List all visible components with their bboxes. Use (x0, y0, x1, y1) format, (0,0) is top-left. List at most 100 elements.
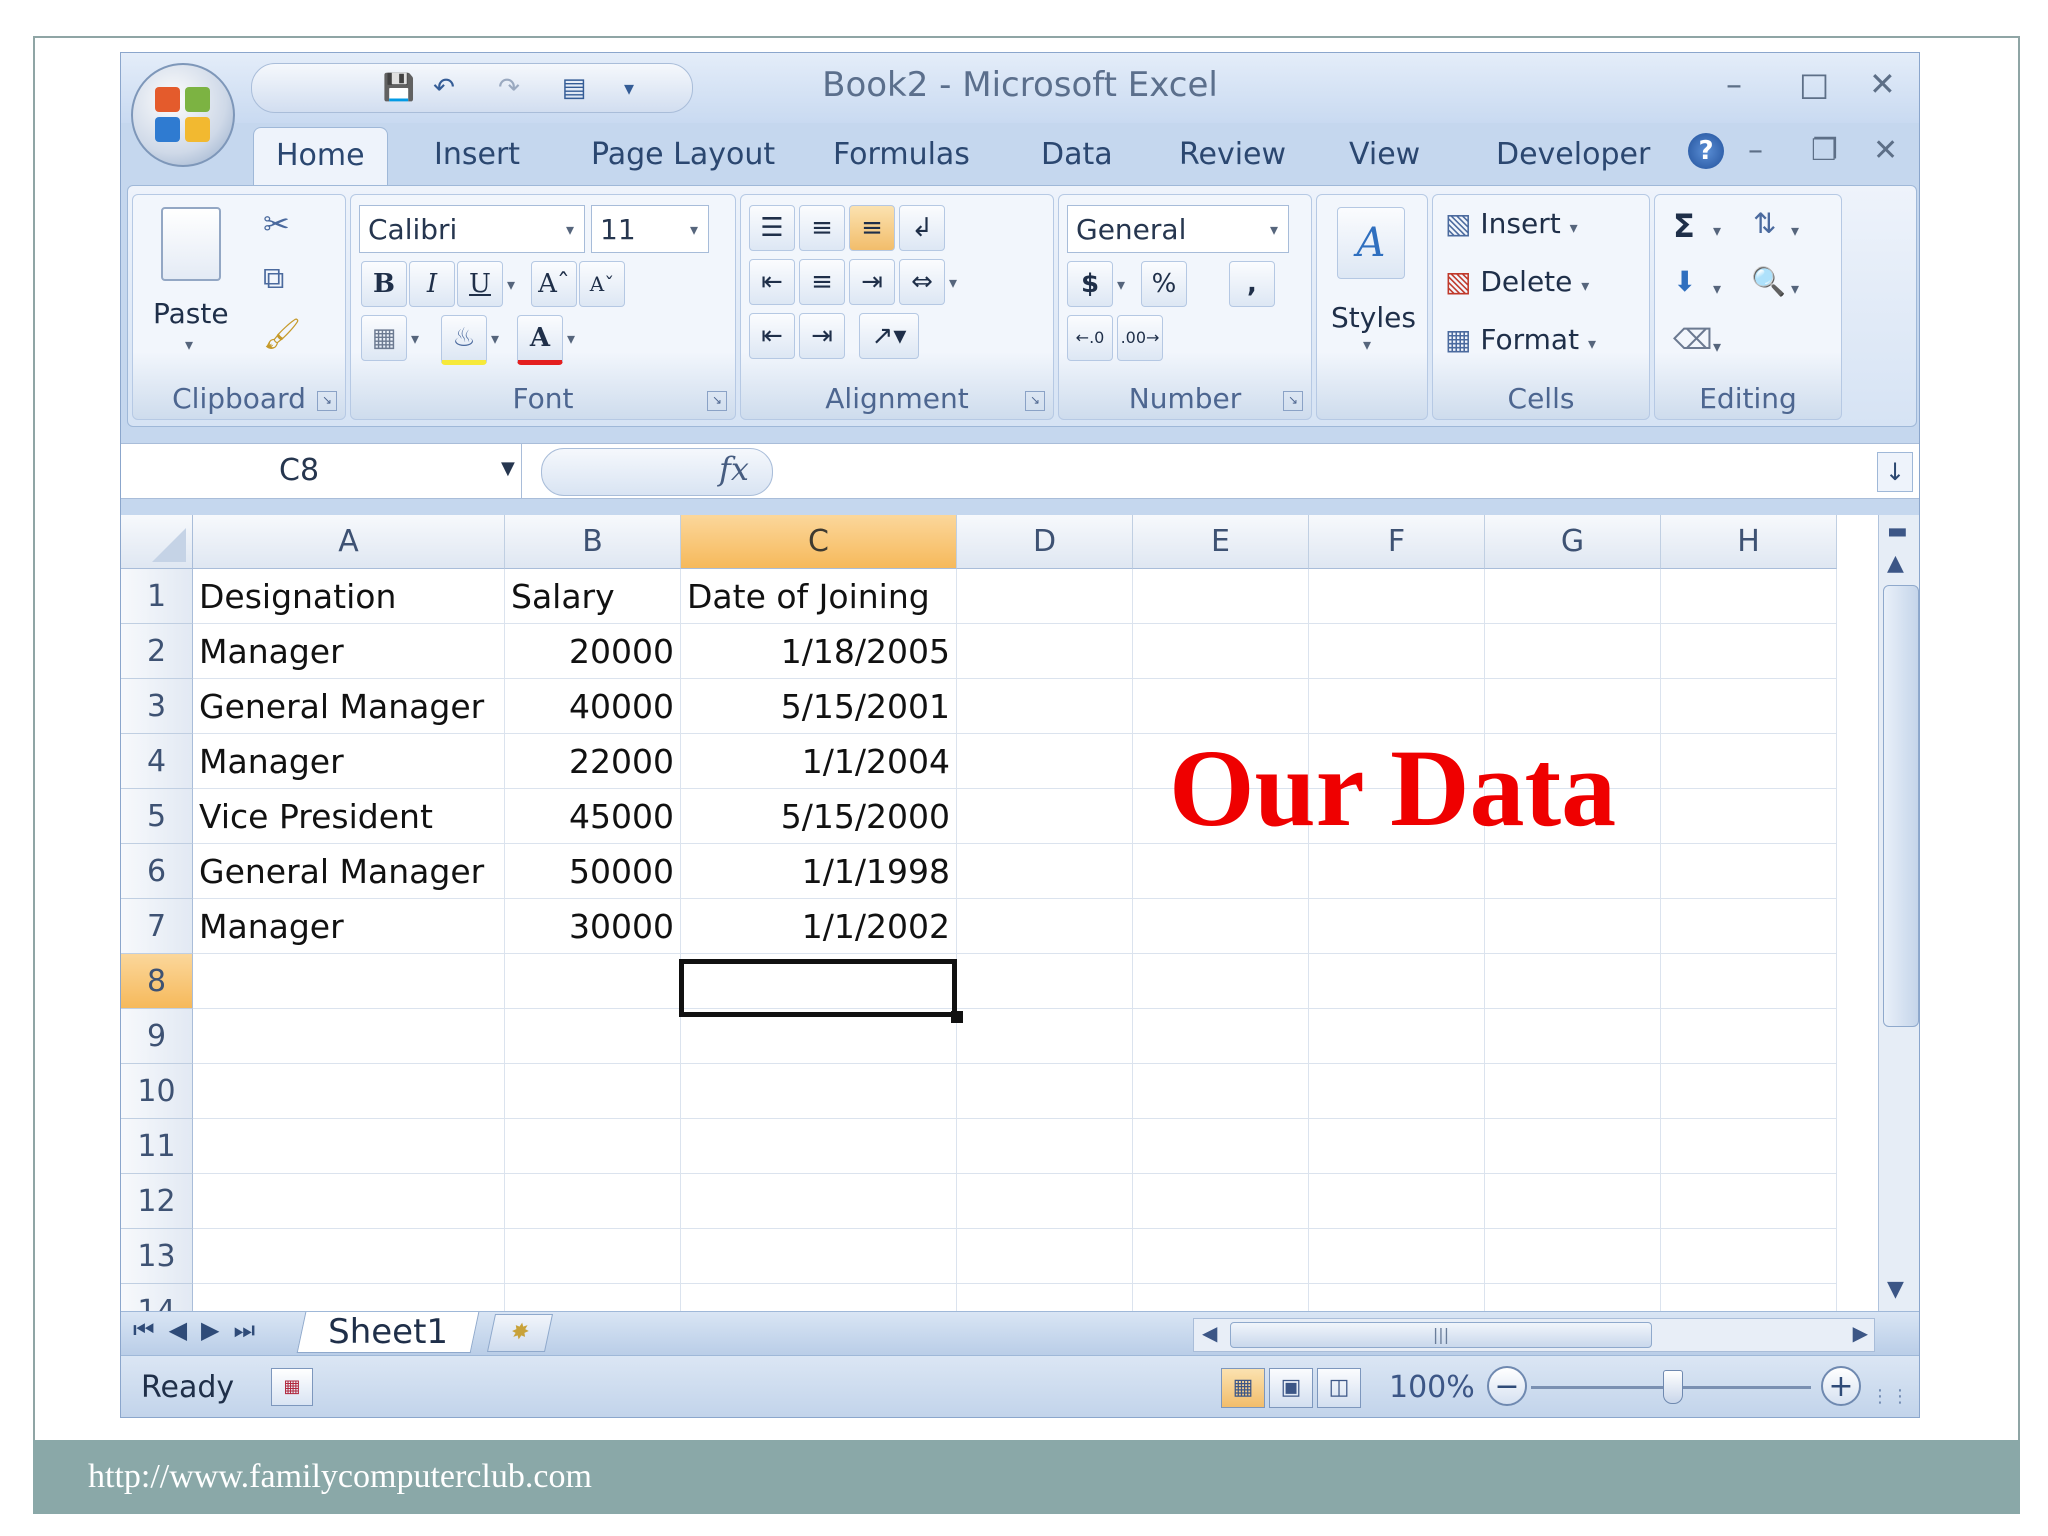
font-name-select[interactable]: Calibri ▾ (359, 205, 585, 253)
page-layout-view-icon[interactable]: ▣ (1269, 1368, 1313, 1408)
cell-h10[interactable] (1661, 1064, 1837, 1119)
cell-g13[interactable] (1485, 1229, 1661, 1284)
row-header-6[interactable]: 6 (121, 844, 193, 899)
number-launcher-icon[interactable]: ↘ (1283, 391, 1303, 411)
copy-icon[interactable]: ⧉ (263, 261, 284, 296)
cell-e1[interactable] (1133, 569, 1309, 624)
cell-b3[interactable]: 40000 (505, 679, 681, 734)
shrink-font-icon[interactable]: Aˇ (579, 261, 625, 307)
cell-e8[interactable] (1133, 954, 1309, 1009)
font-launcher-icon[interactable]: ↘ (707, 391, 727, 411)
cell-c13[interactable] (681, 1229, 957, 1284)
zoom-out-icon[interactable]: − (1487, 1366, 1527, 1406)
fill-handle[interactable] (951, 1011, 963, 1023)
wrap-text-icon[interactable]: ↲ (899, 205, 945, 251)
clipboard-launcher-icon[interactable]: ↘ (317, 391, 337, 411)
normal-view-icon[interactable]: ▦ (1221, 1368, 1265, 1408)
cell-c10[interactable] (681, 1064, 957, 1119)
cell-e10[interactable] (1133, 1064, 1309, 1119)
clear-icon[interactable]: ⌫ (1673, 323, 1713, 356)
cell-b14[interactable] (505, 1284, 681, 1311)
row-header-11[interactable]: 11 (121, 1119, 193, 1174)
insert-worksheet-icon[interactable]: ✸ (486, 1314, 554, 1352)
cell-g10[interactable] (1485, 1064, 1661, 1119)
cell-a7[interactable]: Manager (193, 899, 505, 954)
cell-e14[interactable] (1133, 1284, 1309, 1311)
borders-icon[interactable]: ▦ (361, 315, 407, 361)
find-select-dropdown-icon[interactable]: ▾ (1791, 279, 1799, 298)
row-header-3[interactable]: 3 (121, 679, 193, 734)
cell-h11[interactable] (1661, 1119, 1837, 1174)
tab-view[interactable]: View (1349, 137, 1420, 172)
column-header-g[interactable]: G (1485, 515, 1661, 569)
align-center-icon[interactable]: ≡ (799, 259, 845, 305)
align-top-icon[interactable]: ☰ (749, 205, 795, 251)
format-painter-icon[interactable]: 🖌 (263, 317, 301, 352)
cell-h7[interactable] (1661, 899, 1837, 954)
row-header-2[interactable]: 2 (121, 624, 193, 679)
cell-d9[interactable] (957, 1009, 1133, 1064)
cell-h8[interactable] (1661, 954, 1837, 1009)
horizontal-scrollbar[interactable]: ||| ▶ ◀ (1193, 1318, 1875, 1352)
autosum-button[interactable]: Σ (1673, 207, 1695, 245)
find-select-icon[interactable]: 🔍 (1751, 265, 1786, 298)
cell-f2[interactable] (1309, 624, 1485, 679)
column-header-c[interactable]: C (681, 515, 957, 569)
cell-a1[interactable]: Designation (193, 569, 505, 624)
page-break-view-icon[interactable]: ◫ (1317, 1368, 1361, 1408)
cell-c1[interactable]: Date of Joining (681, 569, 957, 624)
tab-page-layout[interactable]: Page Layout (591, 137, 775, 172)
cell-b5[interactable]: 45000 (505, 789, 681, 844)
scroll-down-icon[interactable]: ▼ (1887, 1277, 1904, 1302)
row-header-1[interactable]: 1 (121, 569, 193, 624)
cell-a9[interactable] (193, 1009, 505, 1064)
font-color-icon[interactable]: A (517, 315, 563, 365)
cell-b10[interactable] (505, 1064, 681, 1119)
workbook-minimize-icon[interactable]: – (1748, 133, 1763, 168)
column-header-f[interactable]: F (1309, 515, 1485, 569)
select-all-corner[interactable] (121, 515, 193, 569)
merge-dropdown-icon[interactable]: ▾ (949, 273, 957, 292)
column-header-b[interactable]: B (505, 515, 681, 569)
vertical-scroll-thumb[interactable] (1883, 585, 1919, 1027)
cell-a10[interactable] (193, 1064, 505, 1119)
macro-record-icon[interactable]: ▦ (271, 1368, 313, 1406)
cell-d12[interactable] (957, 1174, 1133, 1229)
cell-b6[interactable]: 50000 (505, 844, 681, 899)
cell-e13[interactable] (1133, 1229, 1309, 1284)
cell-d8[interactable] (957, 954, 1133, 1009)
format-cells-button[interactable]: ▦ Format ▾ (1445, 323, 1596, 356)
increase-decimal-icon[interactable]: ←.0 (1067, 315, 1113, 361)
column-header-d[interactable]: D (957, 515, 1133, 569)
number-format-select[interactable]: General ▾ (1067, 205, 1289, 253)
column-header-a[interactable]: A (193, 515, 505, 569)
cell-a5[interactable]: Vice President (193, 789, 505, 844)
align-right-icon[interactable]: ⇥ (849, 259, 895, 305)
fill-icon[interactable]: ⬇ (1673, 265, 1696, 298)
cell-g14[interactable] (1485, 1284, 1661, 1311)
sort-filter-icon[interactable]: ⇅ (1753, 207, 1776, 240)
cell-d1[interactable] (957, 569, 1133, 624)
row-header-10[interactable]: 10 (121, 1064, 193, 1119)
cell-h12[interactable] (1661, 1174, 1837, 1229)
cell-h13[interactable] (1661, 1229, 1837, 1284)
workbook-restore-icon[interactable]: ❐ (1811, 133, 1838, 168)
cell-c7[interactable]: 1/1/2002 (681, 899, 957, 954)
cell-e2[interactable] (1133, 624, 1309, 679)
resize-grip-icon[interactable]: ⋮⋮ (1871, 1386, 1911, 1407)
cell-f8[interactable] (1309, 954, 1485, 1009)
align-middle-icon[interactable]: ≡ (799, 205, 845, 251)
cell-b13[interactable] (505, 1229, 681, 1284)
font-color-dropdown-icon[interactable]: ▾ (567, 329, 575, 348)
underline-dropdown-icon[interactable]: ▾ (507, 275, 515, 294)
cell-b2[interactable]: 20000 (505, 624, 681, 679)
tab-insert[interactable]: Insert (434, 137, 520, 172)
cell-d5[interactable] (957, 789, 1133, 844)
cell-f11[interactable] (1309, 1119, 1485, 1174)
sort-filter-dropdown-icon[interactable]: ▾ (1791, 221, 1799, 240)
decrease-indent-icon[interactable]: ⇤ (749, 313, 795, 359)
tab-developer[interactable]: Developer (1496, 137, 1650, 172)
tab-data[interactable]: Data (1041, 137, 1113, 172)
cell-a14[interactable] (193, 1284, 505, 1311)
cell-h5[interactable] (1661, 789, 1837, 844)
